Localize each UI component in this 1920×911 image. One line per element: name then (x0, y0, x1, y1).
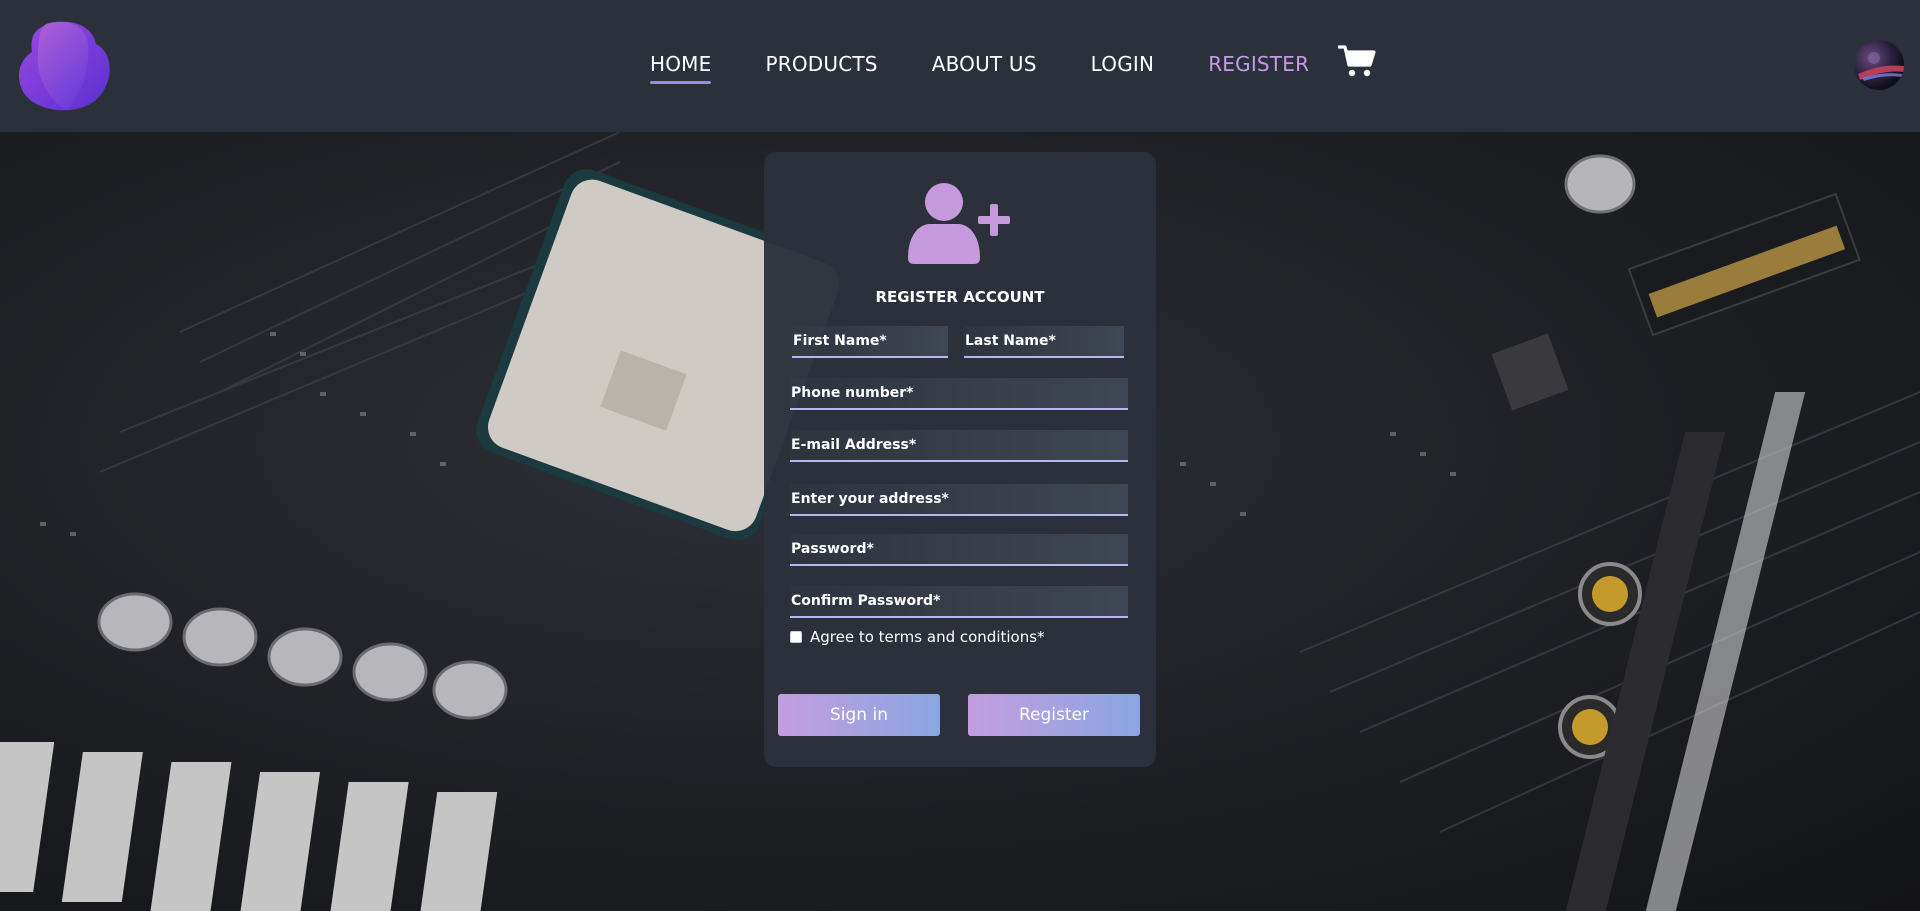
email-field[interactable] (790, 430, 1128, 462)
terms-row: Agree to terms and conditions* (790, 628, 1045, 646)
first-name-input[interactable] (792, 326, 948, 356)
terms-label: Agree to terms and conditions* (810, 628, 1045, 646)
form-title: REGISTER ACCOUNT (875, 288, 1045, 306)
register-card: REGISTER ACCOUNT Agree to terms and cond… (764, 152, 1156, 767)
last-name-field[interactable] (964, 326, 1124, 358)
register-button[interactable]: Register (968, 694, 1140, 736)
avatar[interactable] (1854, 40, 1904, 90)
confirm-password-input[interactable] (790, 586, 1128, 616)
last-name-input[interactable] (964, 326, 1124, 356)
nav-register[interactable]: REGISTER (1208, 52, 1309, 80)
nav-home[interactable]: HOME (650, 52, 712, 84)
password-field[interactable] (790, 534, 1128, 566)
nav-products[interactable]: PRODUCTS (765, 52, 877, 80)
address-field[interactable] (790, 484, 1128, 516)
user-plus-icon (908, 183, 1010, 264)
phone-field[interactable] (790, 378, 1128, 410)
terms-checkbox[interactable] (790, 631, 802, 643)
phone-input[interactable] (790, 378, 1128, 408)
email-input[interactable] (790, 430, 1128, 460)
navbar: HOME PRODUCTS ABOUT US LOGIN REGISTER (0, 0, 1920, 132)
address-input[interactable] (790, 484, 1128, 514)
nav-links: HOME PRODUCTS ABOUT US LOGIN REGISTER (650, 50, 1363, 84)
nav-login[interactable]: LOGIN (1091, 52, 1155, 80)
cart-icon[interactable] (1338, 44, 1376, 78)
sign-in-button[interactable]: Sign in (778, 694, 940, 736)
logo[interactable] (16, 20, 116, 112)
first-name-field[interactable] (792, 326, 948, 358)
confirm-password-field[interactable] (790, 586, 1128, 618)
password-input[interactable] (790, 534, 1128, 564)
nav-about-us[interactable]: ABOUT US (932, 52, 1037, 80)
